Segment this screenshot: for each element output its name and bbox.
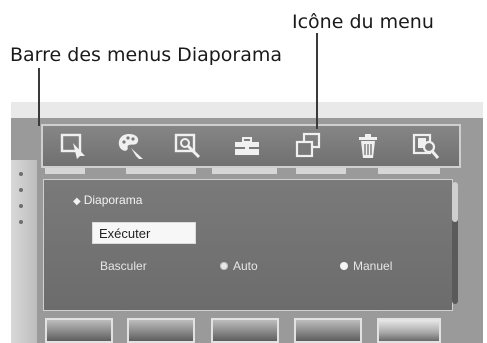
thumbnail-image[interactable] xyxy=(127,318,195,343)
dialog-scrollbar[interactable] xyxy=(452,182,458,304)
slideshow-menu-bar xyxy=(41,124,461,168)
thumbnail-strip-left xyxy=(11,160,37,343)
screen-top-edge xyxy=(11,102,483,118)
thumbnail-edge xyxy=(126,168,196,174)
radio-button-selected-icon xyxy=(340,262,348,270)
dialog-title-text: Diaporama xyxy=(83,193,143,207)
menu-icon-leader-line xyxy=(316,33,318,129)
trash-icon[interactable] xyxy=(350,129,386,163)
toggle-label: Basculer xyxy=(100,259,147,273)
scrollbar-thumb[interactable] xyxy=(452,182,458,222)
slideshow-dialog: ◆ Diaporama Exécuter Basculer Auto Manuel xyxy=(43,179,453,311)
palette-icon[interactable] xyxy=(113,129,149,163)
thumbnail-image[interactable] xyxy=(294,318,362,343)
thumbnail-edge xyxy=(212,168,277,174)
thumbnail-edge xyxy=(296,168,346,174)
radio-auto[interactable]: Auto xyxy=(220,259,258,273)
radio-auto-label: Auto xyxy=(233,259,258,273)
thumbnail-dot xyxy=(19,172,23,176)
execute-button[interactable]: Exécuter xyxy=(92,222,196,244)
menu-bar-callout: Barre des menus Diaporama xyxy=(10,44,283,66)
menu-bar-leader-line xyxy=(38,68,40,126)
slideshow-icon[interactable] xyxy=(290,129,326,163)
thumbnail-dot xyxy=(19,220,23,224)
radio-manuel-label: Manuel xyxy=(353,259,393,273)
zoom-icon[interactable] xyxy=(170,129,206,163)
select-image-icon[interactable] xyxy=(56,129,92,163)
menu-icon-callout: Icône du menu xyxy=(292,11,434,33)
radio-manuel[interactable]: Manuel xyxy=(340,259,392,273)
thumbnail-edge xyxy=(378,168,440,174)
dialog-title: ◆ Diaporama xyxy=(73,193,142,207)
thumbnail-image[interactable] xyxy=(45,318,113,343)
toolbox-icon[interactable] xyxy=(229,129,265,163)
thumbnail-dot xyxy=(19,204,23,208)
thumbnail-image[interactable] xyxy=(377,318,441,343)
thumbnail-edge xyxy=(45,168,85,174)
thumbnail-image[interactable] xyxy=(211,318,279,343)
search-image-icon[interactable] xyxy=(408,129,444,163)
diamond-bullet-icon: ◆ xyxy=(73,196,81,207)
thumbnail-dot xyxy=(19,188,23,192)
radio-button-icon xyxy=(220,262,228,270)
